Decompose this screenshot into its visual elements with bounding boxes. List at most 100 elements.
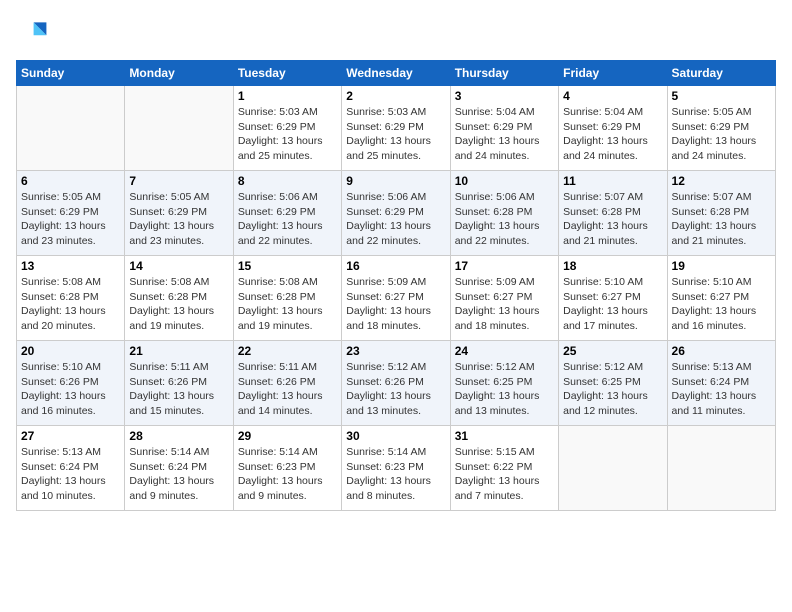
calendar-cell: 4Sunrise: 5:04 AM Sunset: 6:29 PM Daylig… bbox=[559, 86, 667, 171]
calendar-cell bbox=[559, 426, 667, 511]
calendar-cell: 2 Sunrise: 5:03 AM Sunset: 6:29 PM Daylig… bbox=[342, 86, 450, 171]
calendar-cell bbox=[17, 86, 125, 171]
calendar-cell: 18 Sunrise: 5:10 AM Sunset: 6:27 PM Dayli… bbox=[559, 256, 667, 341]
day-detail: Sunrise: 5:03 AM Sunset: 6:29 PM Dayligh… bbox=[238, 105, 337, 164]
calendar-cell: 16 Sunrise: 5:09 AM Sunset: 6:27 PM Dayli… bbox=[342, 256, 450, 341]
day-number: 24 bbox=[455, 344, 554, 358]
day-detail: Sunrise: 5:07 AM Sunset: 6:28 PM Dayligh… bbox=[672, 190, 771, 249]
day-detail: Sunrise: 5:08 AM Sunset: 6:28 PM Dayligh… bbox=[21, 275, 120, 334]
day-detail: Sunrise: 5:12 AM Sunset: 6:25 PM Dayligh… bbox=[563, 360, 662, 419]
day-number: 23 bbox=[346, 344, 445, 358]
day-number: 25 bbox=[563, 344, 662, 358]
calendar-table: SundayMondayTuesdayWednesdayThursdayFrid… bbox=[16, 60, 776, 511]
calendar-cell: 31 Sunrise: 5:15 AM Sunset: 6:22 PM Dayli… bbox=[450, 426, 558, 511]
calendar-cell: 6 Sunrise: 5:05 AM Sunset: 6:29 PM Daylig… bbox=[17, 171, 125, 256]
calendar-cell: 25 Sunrise: 5:12 AM Sunset: 6:25 PM Dayli… bbox=[559, 341, 667, 426]
weekday-header-monday: Monday bbox=[125, 61, 233, 86]
day-detail: Sunrise: 5:03 AM Sunset: 6:29 PM Dayligh… bbox=[346, 105, 445, 164]
weekday-header-thursday: Thursday bbox=[450, 61, 558, 86]
calendar-cell bbox=[125, 86, 233, 171]
day-number: 6 bbox=[21, 174, 120, 188]
calendar-cell: 3 Sunrise: 5:04 AM Sunset: 6:29 PM Daylig… bbox=[450, 86, 558, 171]
weekday-header-friday: Friday bbox=[559, 61, 667, 86]
day-detail: Sunrise: 5:14 AM Sunset: 6:23 PM Dayligh… bbox=[346, 445, 445, 504]
day-detail: Sunrise: 5:12 AM Sunset: 6:26 PM Dayligh… bbox=[346, 360, 445, 419]
weekday-header-sunday: Sunday bbox=[17, 61, 125, 86]
day-detail: Sunrise: 5:09 AM Sunset: 6:27 PM Dayligh… bbox=[346, 275, 445, 334]
day-detail: Sunrise: 5:08 AM Sunset: 6:28 PM Dayligh… bbox=[238, 275, 337, 334]
calendar-cell bbox=[667, 426, 775, 511]
day-number: 7 bbox=[129, 174, 228, 188]
calendar-cell: 27 Sunrise: 5:13 AM Sunset: 6:24 PM Dayli… bbox=[17, 426, 125, 511]
day-detail: Sunrise: 5:04 AM Sunset: 6:29 PM Dayligh… bbox=[563, 105, 662, 164]
day-number: 11 bbox=[563, 174, 662, 188]
day-number: 16 bbox=[346, 259, 445, 273]
weekday-header-saturday: Saturday bbox=[667, 61, 775, 86]
day-number: 31 bbox=[455, 429, 554, 443]
day-number: 5 bbox=[672, 89, 771, 103]
calendar-cell: 7 Sunrise: 5:05 AM Sunset: 6:29 PM Daylig… bbox=[125, 171, 233, 256]
day-detail: Sunrise: 5:13 AM Sunset: 6:24 PM Dayligh… bbox=[21, 445, 120, 504]
calendar-cell: 19Sunrise: 5:10 AM Sunset: 6:27 PM Dayli… bbox=[667, 256, 775, 341]
weekday-header-wednesday: Wednesday bbox=[342, 61, 450, 86]
page-header bbox=[16, 16, 776, 48]
day-number: 20 bbox=[21, 344, 120, 358]
day-detail: Sunrise: 5:15 AM Sunset: 6:22 PM Dayligh… bbox=[455, 445, 554, 504]
logo bbox=[16, 16, 52, 48]
calendar-cell: 30 Sunrise: 5:14 AM Sunset: 6:23 PM Dayli… bbox=[342, 426, 450, 511]
day-number: 30 bbox=[346, 429, 445, 443]
calendar-cell: 10 Sunrise: 5:06 AM Sunset: 6:28 PM Dayli… bbox=[450, 171, 558, 256]
day-number: 8 bbox=[238, 174, 337, 188]
calendar-cell: 23 Sunrise: 5:12 AM Sunset: 6:26 PM Dayli… bbox=[342, 341, 450, 426]
calendar-cell: 14Sunrise: 5:08 AM Sunset: 6:28 PM Dayli… bbox=[125, 256, 233, 341]
calendar-cell: 22 Sunrise: 5:11 AM Sunset: 6:26 PM Dayli… bbox=[233, 341, 341, 426]
day-number: 17 bbox=[455, 259, 554, 273]
day-detail: Sunrise: 5:04 AM Sunset: 6:29 PM Dayligh… bbox=[455, 105, 554, 164]
calendar-cell: 26 Sunrise: 5:13 AM Sunset: 6:24 PM Dayli… bbox=[667, 341, 775, 426]
day-detail: Sunrise: 5:05 AM Sunset: 6:29 PM Dayligh… bbox=[129, 190, 228, 249]
day-number: 12 bbox=[672, 174, 771, 188]
calendar-cell: 20 Sunrise: 5:10 AM Sunset: 6:26 PM Dayli… bbox=[17, 341, 125, 426]
calendar-cell: 5Sunrise: 5:05 AM Sunset: 6:29 PM Daylig… bbox=[667, 86, 775, 171]
day-detail: Sunrise: 5:10 AM Sunset: 6:27 PM Dayligh… bbox=[563, 275, 662, 334]
calendar-cell: 17 Sunrise: 5:09 AM Sunset: 6:27 PM Dayli… bbox=[450, 256, 558, 341]
calendar-cell: 11 Sunrise: 5:07 AM Sunset: 6:28 PM Dayli… bbox=[559, 171, 667, 256]
day-number: 9 bbox=[346, 174, 445, 188]
day-detail: Sunrise: 5:09 AM Sunset: 6:27 PM Dayligh… bbox=[455, 275, 554, 334]
day-detail: Sunrise: 5:13 AM Sunset: 6:24 PM Dayligh… bbox=[672, 360, 771, 419]
day-detail: Sunrise: 5:05 AM Sunset: 6:29 PM Dayligh… bbox=[21, 190, 120, 249]
day-number: 26 bbox=[672, 344, 771, 358]
day-detail: Sunrise: 5:06 AM Sunset: 6:28 PM Dayligh… bbox=[455, 190, 554, 249]
day-number: 28 bbox=[129, 429, 228, 443]
day-detail: Sunrise: 5:06 AM Sunset: 6:29 PM Dayligh… bbox=[238, 190, 337, 249]
calendar-cell: 8 Sunrise: 5:06 AM Sunset: 6:29 PM Daylig… bbox=[233, 171, 341, 256]
calendar-cell: 9Sunrise: 5:06 AM Sunset: 6:29 PM Daylig… bbox=[342, 171, 450, 256]
day-detail: Sunrise: 5:11 AM Sunset: 6:26 PM Dayligh… bbox=[238, 360, 337, 419]
day-number: 10 bbox=[455, 174, 554, 188]
day-detail: Sunrise: 5:07 AM Sunset: 6:28 PM Dayligh… bbox=[563, 190, 662, 249]
day-detail: Sunrise: 5:14 AM Sunset: 6:23 PM Dayligh… bbox=[238, 445, 337, 504]
day-number: 14 bbox=[129, 259, 228, 273]
day-number: 29 bbox=[238, 429, 337, 443]
calendar-cell: 21 Sunrise: 5:11 AM Sunset: 6:26 PM Dayli… bbox=[125, 341, 233, 426]
day-number: 27 bbox=[21, 429, 120, 443]
day-number: 15 bbox=[238, 259, 337, 273]
weekday-header-tuesday: Tuesday bbox=[233, 61, 341, 86]
calendar-cell: 13 Sunrise: 5:08 AM Sunset: 6:28 PM Dayli… bbox=[17, 256, 125, 341]
day-detail: Sunrise: 5:10 AM Sunset: 6:26 PM Dayligh… bbox=[21, 360, 120, 419]
day-detail: Sunrise: 5:11 AM Sunset: 6:26 PM Dayligh… bbox=[129, 360, 228, 419]
day-number: 2 bbox=[346, 89, 445, 103]
day-number: 13 bbox=[21, 259, 120, 273]
day-number: 19 bbox=[672, 259, 771, 273]
day-number: 21 bbox=[129, 344, 228, 358]
day-number: 3 bbox=[455, 89, 554, 103]
calendar-cell: 15 Sunrise: 5:08 AM Sunset: 6:28 PM Dayli… bbox=[233, 256, 341, 341]
logo-icon bbox=[16, 16, 48, 48]
day-number: 22 bbox=[238, 344, 337, 358]
day-number: 1 bbox=[238, 89, 337, 103]
calendar-cell: 12 Sunrise: 5:07 AM Sunset: 6:28 PM Dayli… bbox=[667, 171, 775, 256]
calendar-cell: 24Sunrise: 5:12 AM Sunset: 6:25 PM Dayli… bbox=[450, 341, 558, 426]
day-detail: Sunrise: 5:14 AM Sunset: 6:24 PM Dayligh… bbox=[129, 445, 228, 504]
day-number: 18 bbox=[563, 259, 662, 273]
calendar-cell: 28 Sunrise: 5:14 AM Sunset: 6:24 PM Dayli… bbox=[125, 426, 233, 511]
